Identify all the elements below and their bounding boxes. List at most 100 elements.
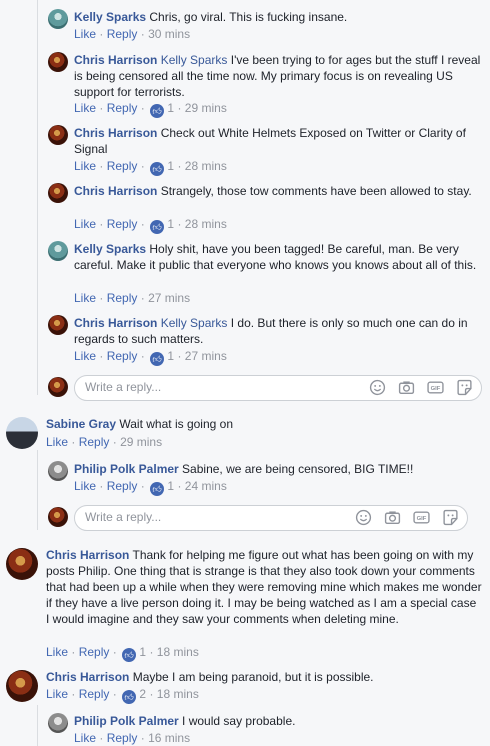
comment-actions: Like · Reply · 👍︎ 1 · 18 mins xyxy=(46,645,199,662)
avatar[interactable] xyxy=(48,125,68,145)
reaction-count[interactable]: 1 xyxy=(167,159,174,173)
reply-link[interactable]: Reply xyxy=(107,291,138,305)
reaction-count[interactable]: 1 xyxy=(139,645,146,659)
reply-input[interactable] xyxy=(85,509,305,525)
comment-body: Chris Harrison Maybe I am being paranoid… xyxy=(46,669,482,685)
comment-actions: Like · Reply · 👍︎ 1 · 28 mins xyxy=(74,159,227,176)
comment-author[interactable]: Chris Harrison xyxy=(74,126,157,140)
comment-author[interactable]: Philip Polk Palmer xyxy=(74,462,179,476)
svg-text:GIF: GIF xyxy=(431,386,441,392)
avatar[interactable] xyxy=(48,713,68,733)
like-thumb-icon: 👍︎ xyxy=(122,690,137,704)
comment-actions: Like · Reply · 👍︎ 1 · 27 mins xyxy=(74,349,227,366)
avatar[interactable] xyxy=(48,461,68,481)
thread-line xyxy=(37,705,38,746)
reply-link[interactable]: Reply xyxy=(107,217,138,231)
reply-link[interactable]: Reply xyxy=(107,27,138,41)
like-link[interactable]: Like xyxy=(74,479,96,493)
svg-text:GIF: GIF xyxy=(417,516,427,522)
comment-mention[interactable]: Kelly Sparks xyxy=(161,53,228,67)
reply-link[interactable]: Reply xyxy=(79,687,110,701)
like-link[interactable]: Like xyxy=(46,645,68,659)
avatar[interactable] xyxy=(48,183,68,203)
avatar[interactable] xyxy=(48,315,68,335)
like-link[interactable]: Like xyxy=(46,687,68,701)
comment-text: Chris, go viral. This is fucking insane. xyxy=(149,10,348,24)
timestamp[interactable]: 27 mins xyxy=(148,291,190,305)
reaction-count[interactable]: 1 xyxy=(167,101,174,115)
avatar[interactable] xyxy=(6,417,38,449)
avatar[interactable] xyxy=(48,52,68,72)
avatar[interactable] xyxy=(48,241,68,261)
comment-author[interactable]: Kelly Sparks xyxy=(74,242,146,256)
like-link[interactable]: Like xyxy=(74,217,96,231)
camera-icon[interactable] xyxy=(398,379,415,396)
reply-input[interactable] xyxy=(85,379,305,395)
like-link[interactable]: Like xyxy=(74,27,96,41)
timestamp[interactable]: 28 mins xyxy=(185,159,227,173)
comment-body: Kelly Sparks Holy shit, have you been ta… xyxy=(74,241,482,273)
like-link[interactable]: Like xyxy=(74,101,96,115)
reaction-count[interactable]: 1 xyxy=(167,217,174,231)
sticker-icon[interactable] xyxy=(442,509,459,526)
like-link[interactable]: Like xyxy=(74,731,96,745)
reaction-count[interactable]: 2 xyxy=(139,687,146,701)
timestamp[interactable]: 24 mins xyxy=(185,479,227,493)
avatar[interactable] xyxy=(48,377,68,397)
comment-body: Sabine Gray Wait what is going on xyxy=(46,416,482,432)
reaction-count[interactable]: 1 xyxy=(167,349,174,363)
sticker-icon[interactable] xyxy=(456,379,473,396)
like-link[interactable]: Like xyxy=(74,159,96,173)
like-thumb-icon: 👍︎ xyxy=(150,220,165,234)
like-link[interactable]: Like xyxy=(46,435,68,449)
avatar[interactable] xyxy=(6,548,38,580)
reply-link[interactable]: Reply xyxy=(107,731,138,745)
avatar[interactable] xyxy=(48,507,68,527)
timestamp[interactable]: 29 mins xyxy=(120,435,162,449)
comment-actions: Like · Reply · 👍︎ 1 · 24 mins xyxy=(74,479,227,496)
comment-author[interactable]: Chris Harrison xyxy=(74,316,157,330)
comment-actions: Like · Reply · 👍︎ 2 · 18 mins xyxy=(46,687,199,704)
avatar[interactable] xyxy=(48,9,68,29)
reply-link[interactable]: Reply xyxy=(79,435,110,449)
comment-author[interactable]: Chris Harrison xyxy=(46,670,129,684)
camera-icon[interactable] xyxy=(384,509,401,526)
reply-link[interactable]: Reply xyxy=(107,159,138,173)
comment-author[interactable]: Chris Harrison xyxy=(74,53,157,67)
timestamp[interactable]: 16 mins xyxy=(148,731,190,745)
timestamp[interactable]: 18 mins xyxy=(157,645,199,659)
reply-box: GIF xyxy=(74,375,482,401)
comment-author[interactable]: Sabine Gray xyxy=(46,417,116,431)
comment-body: Philip Polk Palmer Sabine, we are being … xyxy=(74,461,482,477)
comment-author[interactable]: Chris Harrison xyxy=(46,548,129,562)
timestamp[interactable]: 28 mins xyxy=(185,217,227,231)
thread-line xyxy=(37,450,38,530)
comment-author[interactable]: Philip Polk Palmer xyxy=(74,714,179,728)
timestamp[interactable]: 29 mins xyxy=(185,101,227,115)
reply-link[interactable]: Reply xyxy=(107,479,138,493)
timestamp[interactable]: 27 mins xyxy=(185,349,227,363)
like-link[interactable]: Like xyxy=(74,291,96,305)
timestamp[interactable]: 18 mins xyxy=(157,687,199,701)
comment-body: Kelly Sparks Chris, go viral. This is fu… xyxy=(74,9,482,25)
timestamp[interactable]: 30 mins xyxy=(148,27,190,41)
gif-icon[interactable]: GIF xyxy=(427,379,444,396)
like-link[interactable]: Like xyxy=(74,349,96,363)
comment-author[interactable]: Chris Harrison xyxy=(74,184,157,198)
avatar[interactable] xyxy=(6,670,38,702)
comment-mention[interactable]: Kelly Sparks xyxy=(161,316,228,330)
emoji-icon[interactable] xyxy=(355,509,372,526)
thread-line xyxy=(37,0,38,395)
reply-link[interactable]: Reply xyxy=(107,349,138,363)
gif-icon[interactable]: GIF xyxy=(413,509,430,526)
reply-link[interactable]: Reply xyxy=(79,645,110,659)
reaction-count[interactable]: 1 xyxy=(167,479,174,493)
emoji-icon[interactable] xyxy=(369,379,386,396)
comment-actions: Like · Reply · 16 mins xyxy=(74,731,191,745)
reply-link[interactable]: Reply xyxy=(107,101,138,115)
reply-box-icons: GIF xyxy=(355,509,459,526)
like-thumb-icon: 👍︎ xyxy=(150,482,165,496)
comment-actions: Like · Reply · 27 mins xyxy=(74,291,191,305)
reply-box: GIF xyxy=(74,505,468,531)
comment-author[interactable]: Kelly Sparks xyxy=(74,10,146,24)
